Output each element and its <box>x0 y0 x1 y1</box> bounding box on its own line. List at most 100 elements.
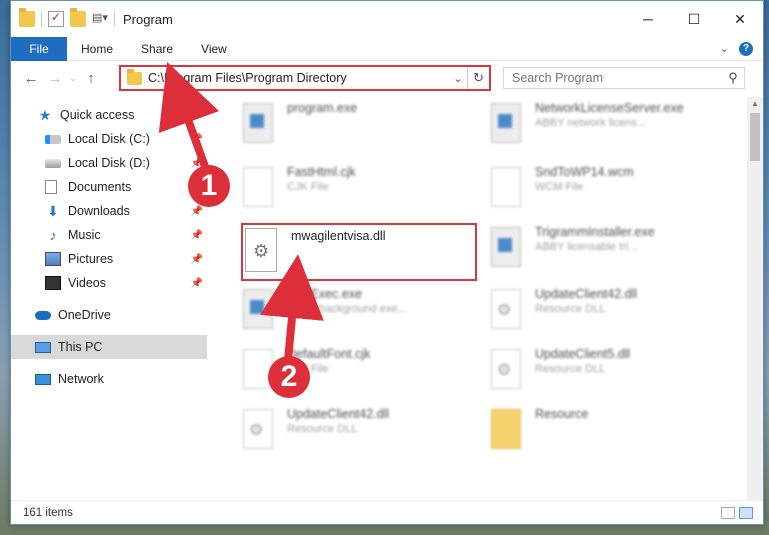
pin-icon: 📌 <box>190 253 203 265</box>
folder-icon[interactable] <box>19 8 35 27</box>
chevron-down-icon[interactable]: ⌄ <box>449 72 467 85</box>
file-description: ABBY background exe... <box>287 303 407 315</box>
file-name: program.exe <box>287 101 358 115</box>
pin-icon: 📌 <box>190 277 203 289</box>
file-description: Resource DLL <box>535 363 606 375</box>
tab-file[interactable]: File <box>11 36 67 61</box>
file-name: NetworkLicenseServer.exe <box>535 101 684 115</box>
search-input[interactable] <box>512 71 722 85</box>
divider <box>41 11 42 27</box>
list-item[interactable]: UpdateClient42.dll Resource DLL <box>229 403 469 459</box>
quick-access-toolbar: ▤▾ <box>19 8 115 27</box>
ribbon-tabs: File Home Share View ⌄ ? <box>11 36 763 61</box>
exe-file-icon <box>243 289 273 329</box>
expand-ribbon-icon[interactable]: ⌄ <box>720 42 729 55</box>
sidebar-item-documents[interactable]: Documents 📌 <box>11 175 207 199</box>
view-toggle <box>721 506 753 519</box>
vertical-scrollbar[interactable]: ▲ <box>747 97 763 500</box>
file-description: ABBY network licens... <box>535 117 647 129</box>
list-item[interactable]: DefaultFont.cjk CJK File <box>229 343 469 399</box>
sidebar-item-label: This PC <box>58 340 103 354</box>
list-item[interactable]: program.exe <box>229 97 469 153</box>
back-arrow-icon[interactable]: ← <box>19 70 43 87</box>
minimize-button[interactable]: ─ <box>625 1 671 37</box>
pin-icon: 📌 <box>190 229 203 241</box>
sidebar-item-network[interactable]: Network <box>11 367 207 391</box>
forward-arrow-icon[interactable]: → <box>43 70 67 87</box>
cloud-icon <box>35 310 51 320</box>
sidebar-item-label: OneDrive <box>58 308 111 322</box>
list-item[interactable]: FastHtml.cjk CJK File <box>229 161 469 217</box>
file-name: UpdateClient5.dll <box>535 347 631 361</box>
file-description: ABBY licensable tri... <box>535 241 638 253</box>
documents-icon <box>45 180 57 194</box>
file-description: WCM File <box>535 181 584 193</box>
sidebar-item-label: Videos <box>68 276 106 290</box>
sidebar-item-label: Local Disk (C:) <box>68 132 150 146</box>
explorer-window: ▤▾ Program ─ ☐ ✕ File Home Share View ⌄ … <box>10 0 764 525</box>
sidebar-item-local-disk-c[interactable]: Local Disk (C:) 📌 <box>11 127 207 151</box>
sidebar-item-label: Quick access <box>60 108 135 122</box>
divider <box>114 11 115 27</box>
file-name: UpdateClient42.dll <box>287 407 390 421</box>
sidebar-item-this-pc[interactable]: This PC <box>11 335 207 359</box>
sidebar-item-label: Network <box>58 372 104 386</box>
file-name: SndToWP14.wcm <box>535 165 634 179</box>
document-file-icon <box>491 167 521 207</box>
maximize-button[interactable]: ☐ <box>671 1 717 37</box>
file-description: Resource DLL <box>287 423 358 435</box>
network-icon <box>35 373 51 385</box>
sidebar-item-pictures[interactable]: Pictures 📌 <box>11 247 207 271</box>
sidebar-item-onedrive[interactable]: OneDrive <box>11 303 207 327</box>
search-icon[interactable]: ⚲ <box>722 70 744 86</box>
exe-file-icon <box>243 103 273 143</box>
folder-icon <box>491 409 521 449</box>
step-2-badge: 2 <box>268 356 310 398</box>
pin-icon: 📌 <box>190 133 203 145</box>
sidebar-item-quick-access[interactable]: ★ Quick access <box>11 103 207 127</box>
recent-locations-icon[interactable]: ⌄ <box>67 73 79 84</box>
tab-view[interactable]: View <box>187 42 241 56</box>
file-list: program.exe NetworkLicenseServer.exe ABB… <box>217 97 747 500</box>
window-title: Program <box>123 11 173 27</box>
close-button[interactable]: ✕ <box>717 1 763 37</box>
list-item[interactable]: LineExec.exe ABBY background exe... <box>229 283 469 339</box>
disk-icon <box>45 158 61 168</box>
list-item[interactable]: NetworkLicenseServer.exe ABBY network li… <box>477 97 717 153</box>
refresh-icon[interactable]: ↻ <box>467 67 489 89</box>
sidebar-item-videos[interactable]: Videos 📌 <box>11 271 207 295</box>
tab-home[interactable]: Home <box>67 42 127 56</box>
customize-toolbar-icon[interactable]: ▤▾ <box>92 11 108 27</box>
list-item[interactable]: UpdateClient42.dll Resource DLL <box>477 283 717 339</box>
address-bar[interactable]: C:\Program Files\Program Directory ⌄ ↻ <box>119 65 491 91</box>
list-item[interactable]: TrigrammInstaller.exe ABBY licensable tr… <box>477 221 717 277</box>
details-view-icon[interactable] <box>721 506 735 519</box>
step-1-badge: 1 <box>188 165 230 207</box>
tiles-view-icon[interactable] <box>739 506 753 519</box>
scroll-up-icon[interactable]: ▲ <box>747 99 763 108</box>
sidebar-item-label: Local Disk (D:) <box>68 156 150 170</box>
sidebar-item-music[interactable]: ♪ Music 📌 <box>11 223 207 247</box>
file-description: Resource DLL <box>535 303 606 315</box>
sidebar-item-label: Documents <box>68 180 132 194</box>
disk-icon <box>45 134 61 144</box>
new-folder-icon[interactable] <box>70 8 86 27</box>
file-name: UpdateClient42.dll <box>535 287 638 301</box>
up-arrow-icon[interactable]: ↑ <box>79 70 103 87</box>
sidebar-item-downloads[interactable]: ⬇ Downloads 📌 <box>11 199 207 223</box>
scroll-thumb[interactable] <box>750 113 760 161</box>
sidebar-item-local-disk-d[interactable]: Local Disk (D:) 📌 <box>11 151 207 175</box>
list-item[interactable]: Resource <box>477 403 717 459</box>
tab-share[interactable]: Share <box>127 42 187 56</box>
address-path[interactable]: C:\Program Files\Program Directory <box>148 71 347 85</box>
file-name: FastHtml.cjk <box>287 165 356 179</box>
properties-icon[interactable] <box>48 10 64 27</box>
list-item[interactable]: SndToWP14.wcm WCM File <box>477 161 717 217</box>
dll-file-icon <box>243 409 273 449</box>
exe-file-icon <box>491 227 521 267</box>
sidebar-item-label: Pictures <box>68 252 114 266</box>
help-icon[interactable]: ? <box>739 41 753 56</box>
navigation-pane: ★ Quick access Local Disk (C:) 📌 Local D… <box>11 97 207 500</box>
dll-file-icon <box>491 349 521 389</box>
list-item[interactable]: UpdateClient5.dll Resource DLL <box>477 343 717 399</box>
